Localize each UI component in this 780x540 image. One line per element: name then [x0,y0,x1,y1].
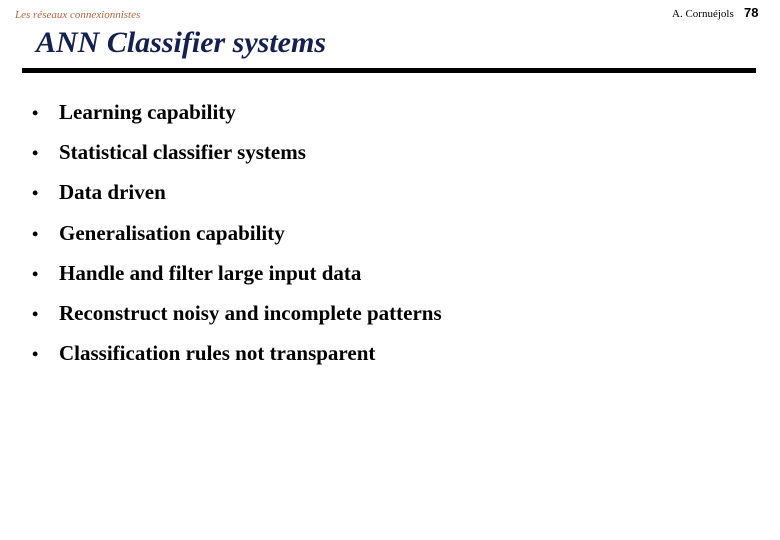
bullet-icon: • [32,344,39,364]
bullet-icon: • [32,304,39,324]
bullet-text: Generalisation capability [59,221,285,245]
slide-title: ANN Classifier systems [36,26,327,59]
bullet-text: Data driven [59,180,166,204]
bullet-item: • Data driven [32,180,166,205]
bullet-text: Statistical classifier systems [59,140,306,164]
bullet-icon: • [32,264,39,284]
bullet-item: • Learning capability [32,100,236,125]
bullet-text: Classification rules not transparent [59,341,376,365]
bullet-icon: • [32,224,39,244]
bullet-item: • Handle and filter large input data [32,261,361,286]
bullet-icon: • [32,103,39,123]
bullet-icon: • [32,143,39,163]
bullet-text: Learning capability [59,100,236,124]
bullet-item: • Statistical classifier systems [32,140,306,165]
bullet-item: • Reconstruct noisy and incomplete patter… [32,301,442,326]
bullet-item: • Generalisation capability [32,221,285,246]
author-name: A. Cornuéjols [672,8,734,20]
title-divider [22,68,756,73]
bullet-text: Reconstruct noisy and incomplete pattern… [59,301,442,325]
bullet-text: Handle and filter large input data [59,261,362,285]
page-number: 78 [744,5,759,20]
bullet-item: • Classification rules not transparent [32,341,375,366]
course-header: Les réseaux connexionnistes [15,9,141,21]
bullet-icon: • [32,183,39,203]
